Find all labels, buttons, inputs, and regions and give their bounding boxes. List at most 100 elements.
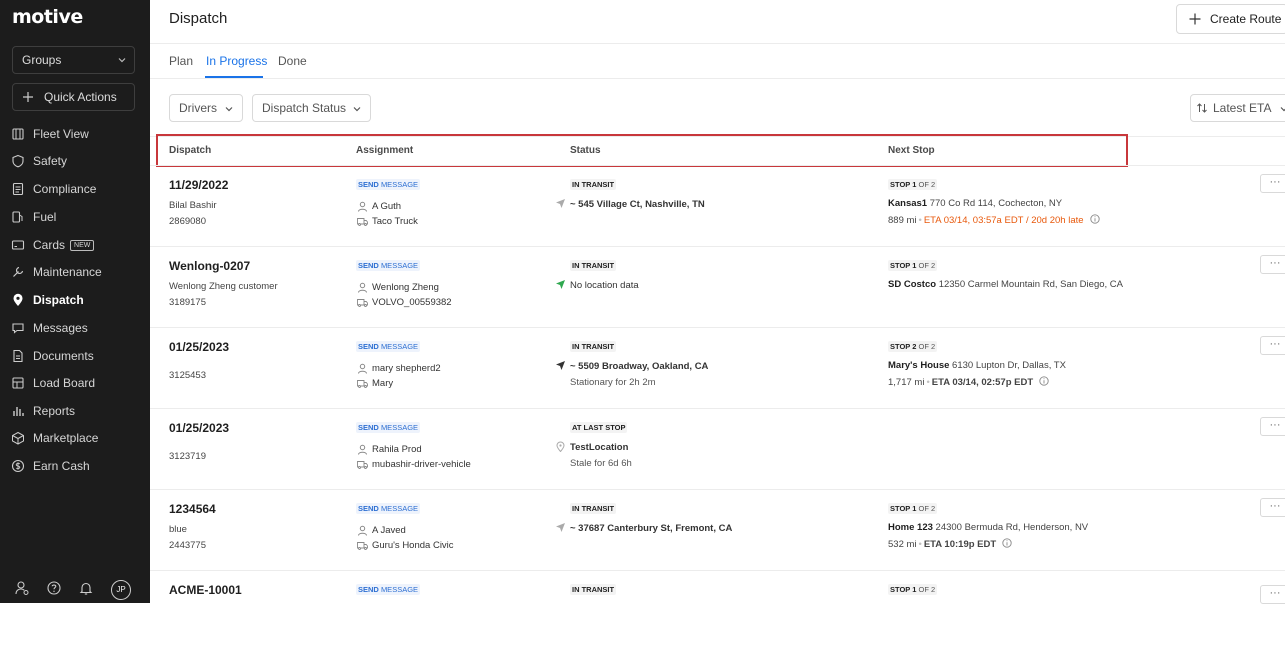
groups-dropdown[interactable]: Groups bbox=[12, 46, 135, 74]
dispatch-title[interactable]: 1234564 bbox=[169, 502, 216, 516]
chevron-down-icon bbox=[353, 107, 361, 112]
send-message-link[interactable]: SEND MESSAGE bbox=[356, 422, 421, 433]
wrench-icon bbox=[13, 266, 24, 277]
plus-icon bbox=[1189, 13, 1201, 25]
stop-badge: STOP 2 OF 2 bbox=[888, 341, 938, 352]
send-message-link[interactable]: SEND MESSAGE bbox=[356, 341, 421, 352]
table-row[interactable]: Wenlong-0207 Wenlong Zheng customer 3189… bbox=[150, 247, 1285, 328]
stop-badge: STOP 1 OF 2 bbox=[888, 584, 938, 595]
table-row[interactable]: 01/25/2023 3125453 SEND MESSAGE mary she… bbox=[150, 328, 1285, 409]
drivers-filter[interactable]: Drivers bbox=[169, 94, 243, 122]
driver-name: mary shepherd2 bbox=[372, 363, 441, 374]
driver-name: Rahila Prod bbox=[372, 444, 422, 455]
stop-address: 24300 Bermuda Rd, Henderson, NV bbox=[935, 522, 1089, 533]
sidebar-item-fleet-view[interactable]: Fleet View bbox=[0, 123, 150, 145]
user-settings-icon[interactable] bbox=[14, 580, 30, 596]
tab-plan[interactable]: Plan bbox=[169, 54, 193, 68]
more-actions-button[interactable]: ··· bbox=[1260, 336, 1285, 355]
stop-prefix: STOP bbox=[890, 504, 911, 513]
sidebar-item-dispatch[interactable]: Dispatch bbox=[0, 289, 150, 311]
dispatch-status-filter[interactable]: Dispatch Status bbox=[252, 94, 371, 122]
stop-total: OF 2 bbox=[918, 180, 936, 189]
sidebar-item-load-board[interactable]: Load Board bbox=[0, 372, 150, 394]
sidebar-item-reports[interactable]: Reports bbox=[0, 400, 150, 422]
dispatch-id: 3123719 bbox=[169, 451, 206, 462]
sidebar-item-safety[interactable]: Safety bbox=[0, 150, 150, 172]
page-title: Dispatch bbox=[169, 10, 228, 27]
person-icon bbox=[358, 201, 367, 212]
help-icon[interactable] bbox=[46, 580, 62, 596]
info-icon[interactable] bbox=[1089, 214, 1100, 224]
motive-logo[interactable]: motive bbox=[12, 6, 83, 28]
more-actions-button[interactable]: ··· bbox=[1260, 174, 1285, 193]
file-icon bbox=[13, 349, 23, 363]
send-message-link[interactable]: SEND MESSAGE bbox=[356, 260, 421, 271]
stop-number: 1 bbox=[912, 585, 917, 594]
stop-address: 6130 Lupton Dr, Dallas, TX bbox=[952, 360, 1066, 371]
sidebar-item-label: Safety bbox=[33, 154, 68, 168]
dispatch-title[interactable]: 01/25/2023 bbox=[169, 340, 229, 354]
bell-icon[interactable] bbox=[78, 580, 94, 596]
info-icon[interactable] bbox=[1039, 376, 1049, 386]
send-message-link[interactable]: SEND MESSAGE bbox=[356, 503, 421, 514]
dispatch-title[interactable]: Wenlong-0207 bbox=[169, 259, 250, 273]
table-row[interactable]: 11/29/2022 Bilal Bashir 2869080 SEND MES… bbox=[150, 166, 1285, 247]
sidebar-item-earn-cash[interactable]: Earn Cash bbox=[0, 455, 150, 477]
sidebar-item-documents[interactable]: Documents bbox=[0, 345, 150, 367]
truck-icon bbox=[357, 299, 368, 307]
sort-dropdown[interactable]: Latest ETA bbox=[1190, 94, 1285, 122]
dispatch-title[interactable]: 01/25/2023 bbox=[169, 421, 229, 435]
avatar[interactable]: JP bbox=[111, 580, 131, 600]
person-icon bbox=[358, 282, 367, 293]
tab-in-progress[interactable]: In Progress bbox=[206, 54, 267, 68]
table-row[interactable]: 01/25/2023 3123719 SEND MESSAGE Rahila P… bbox=[150, 409, 1285, 490]
divider bbox=[150, 43, 1285, 44]
tab-done[interactable]: Done bbox=[278, 54, 307, 68]
distance: 532 mi bbox=[888, 539, 917, 550]
sidebar-item-compliance[interactable]: Compliance bbox=[0, 178, 150, 200]
dispatch-id: 3125453 bbox=[169, 370, 206, 381]
sidebar-item-fuel[interactable]: Fuel bbox=[0, 206, 150, 228]
send-message-link[interactable]: SEND MESSAGE bbox=[356, 584, 421, 595]
info-icon[interactable] bbox=[1002, 538, 1012, 548]
message-label: MESSAGE bbox=[380, 585, 419, 594]
quick-actions-button[interactable]: Quick Actions bbox=[12, 83, 135, 111]
create-route-button[interactable]: Create Route bbox=[1176, 4, 1285, 34]
table-row[interactable]: 1234564 blue 2443775 SEND MESSAGE A Jave… bbox=[150, 490, 1285, 571]
navigation-arrow-icon bbox=[556, 199, 565, 208]
driver-name: A Javed bbox=[372, 525, 406, 536]
stop-prefix: STOP bbox=[890, 342, 911, 351]
status-badge: IN TRANSIT bbox=[570, 503, 617, 514]
send-label: SEND bbox=[358, 585, 379, 594]
current-location: ~ 545 Village Ct, Nashville, TN bbox=[570, 199, 705, 210]
more-actions-button[interactable]: ··· bbox=[1260, 498, 1285, 517]
send-message-link[interactable]: SEND MESSAGE bbox=[356, 179, 421, 190]
current-location: No location data bbox=[570, 280, 639, 291]
send-label: SEND bbox=[358, 342, 379, 351]
sort-label: Latest ETA bbox=[1213, 101, 1272, 115]
more-actions-button[interactable]: ··· bbox=[1260, 417, 1285, 436]
more-actions-button[interactable]: ··· bbox=[1260, 255, 1285, 274]
dispatch-customer: Wenlong Zheng customer bbox=[169, 281, 278, 292]
navigation-arrow-icon bbox=[556, 523, 565, 532]
table-row[interactable]: ACME-10001 SEND MESSAGE IN TRANSIT STOP … bbox=[150, 571, 1285, 652]
sidebar-item-messages[interactable]: Messages bbox=[0, 317, 150, 339]
highlight-box bbox=[156, 134, 1128, 167]
next-stop-eta: 532 mi • ETA 10:19p EDT bbox=[888, 538, 1012, 550]
new-badge: NEW bbox=[70, 240, 95, 252]
stop-number: 1 bbox=[912, 180, 917, 189]
bar-chart-icon bbox=[13, 407, 24, 416]
dispatch-title[interactable]: ACME-10001 bbox=[169, 583, 242, 597]
sidebar-item-maintenance[interactable]: Maintenance bbox=[0, 261, 150, 283]
more-actions-button[interactable]: ··· bbox=[1260, 585, 1285, 604]
message-label: MESSAGE bbox=[380, 423, 419, 432]
status-badge: AT LAST STOP bbox=[570, 422, 628, 433]
sidebar-item-cards[interactable]: Cards NEW bbox=[0, 234, 150, 256]
sidebar-item-marketplace[interactable]: Marketplace bbox=[0, 427, 150, 449]
stop-total: OF 2 bbox=[918, 342, 936, 351]
dispatch-title[interactable]: 11/29/2022 bbox=[169, 178, 228, 192]
location-substatus: Stale for 6d 6h bbox=[570, 458, 632, 469]
stop-name: Mary's House bbox=[888, 360, 950, 371]
cube-icon bbox=[12, 431, 24, 445]
person-icon bbox=[358, 444, 367, 455]
